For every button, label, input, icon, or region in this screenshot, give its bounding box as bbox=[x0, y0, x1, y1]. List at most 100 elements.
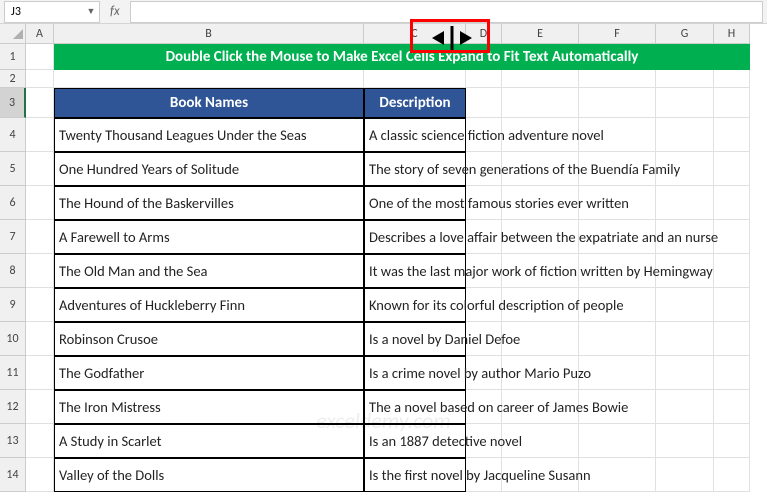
book-name-cell[interactable]: Adventures of Huckleberry Finn bbox=[54, 288, 364, 322]
row-header-13[interactable]: 13 bbox=[0, 424, 26, 458]
cell[interactable] bbox=[466, 88, 502, 118]
cell[interactable] bbox=[656, 424, 714, 458]
column-header-D[interactable]: D bbox=[466, 24, 502, 44]
row-header-12[interactable]: 12 bbox=[0, 390, 26, 424]
book-name-cell[interactable]: Twenty Thousand Leagues Under the Seas bbox=[54, 118, 364, 152]
cell[interactable] bbox=[714, 88, 750, 118]
cell[interactable] bbox=[714, 390, 750, 424]
column-header-A[interactable]: A bbox=[26, 24, 54, 44]
column-header-H[interactable]: H bbox=[714, 24, 750, 44]
row-header-11[interactable]: 11 bbox=[0, 356, 26, 390]
cell[interactable] bbox=[26, 356, 54, 390]
description-cell[interactable]: One of the most famous stories ever writ… bbox=[364, 186, 466, 220]
cell[interactable] bbox=[579, 88, 656, 118]
cell[interactable] bbox=[656, 390, 714, 424]
cell[interactable] bbox=[26, 70, 54, 88]
cell[interactable] bbox=[656, 322, 714, 356]
cell[interactable] bbox=[656, 88, 714, 118]
row-header-8[interactable]: 8 bbox=[0, 254, 26, 288]
row-header-9[interactable]: 9 bbox=[0, 288, 26, 322]
cell[interactable] bbox=[26, 152, 54, 186]
book-name-cell[interactable]: The Godfather bbox=[54, 356, 364, 390]
column-header-G[interactable]: G bbox=[656, 24, 714, 44]
description-cell[interactable]: Is a novel by Daniel Defoe bbox=[364, 322, 466, 356]
cell[interactable] bbox=[26, 322, 54, 356]
description-cell[interactable]: Describes a love affair between the expa… bbox=[364, 220, 466, 254]
cell[interactable] bbox=[26, 424, 54, 458]
book-name-cell[interactable]: The Hound of the Baskervilles bbox=[54, 186, 364, 220]
column-header-E[interactable]: E bbox=[502, 24, 579, 44]
book-name-cell[interactable]: Valley of the Dolls bbox=[54, 458, 364, 492]
description-cell[interactable]: The a novel based on career of James Bow… bbox=[364, 390, 466, 424]
row-header-4[interactable]: 4 bbox=[0, 118, 26, 152]
cell[interactable] bbox=[26, 288, 54, 322]
cell[interactable] bbox=[714, 288, 750, 322]
cell[interactable] bbox=[714, 118, 750, 152]
book-name-cell[interactable]: A Study in Scarlet bbox=[54, 424, 364, 458]
cell[interactable] bbox=[714, 186, 750, 220]
cell[interactable] bbox=[656, 458, 714, 492]
description-cell[interactable]: Known for its colorful description of pe… bbox=[364, 288, 466, 322]
row-header-2[interactable]: 2 bbox=[0, 70, 26, 88]
book-name-cell[interactable]: A Farewell to Arms bbox=[54, 220, 364, 254]
row-3: 3 Book NamesDescription bbox=[0, 88, 767, 118]
cell[interactable] bbox=[502, 70, 579, 88]
description-cell[interactable]: The story of seven generations of the Bu… bbox=[364, 152, 466, 186]
chevron-down-icon[interactable]: ▼ bbox=[83, 6, 99, 17]
column-header-F[interactable]: F bbox=[579, 24, 656, 44]
cell[interactable] bbox=[466, 70, 502, 88]
description-cell[interactable]: Is a crime novel by author Mario Puzo bbox=[364, 356, 466, 390]
cell[interactable] bbox=[579, 424, 656, 458]
description-cell[interactable]: It was the last major work of fiction wr… bbox=[364, 254, 466, 288]
cell[interactable] bbox=[656, 288, 714, 322]
cell[interactable] bbox=[714, 322, 750, 356]
cell[interactable] bbox=[26, 390, 54, 424]
row-header-10[interactable]: 10 bbox=[0, 322, 26, 356]
cell[interactable] bbox=[714, 254, 750, 288]
table-header-books[interactable]: Book Names bbox=[54, 88, 364, 118]
cell[interactable] bbox=[656, 118, 714, 152]
cell[interactable] bbox=[502, 88, 579, 118]
cell[interactable] bbox=[26, 44, 54, 70]
cell[interactable] bbox=[579, 70, 656, 88]
cell[interactable] bbox=[26, 118, 54, 152]
row-header-5[interactable]: 5 bbox=[0, 152, 26, 186]
description-cell[interactable]: Is an 1887 detective novel bbox=[364, 424, 466, 458]
formula-input[interactable] bbox=[130, 1, 763, 23]
cell[interactable] bbox=[656, 70, 714, 88]
cell[interactable] bbox=[714, 70, 750, 88]
cell[interactable] bbox=[714, 458, 750, 492]
book-name-cell[interactable]: The Iron Mistress bbox=[54, 390, 364, 424]
cell[interactable] bbox=[26, 458, 54, 492]
table-header-desc[interactable]: Description bbox=[364, 88, 466, 118]
description-cell[interactable]: A classic science fiction adventure nove… bbox=[364, 118, 466, 152]
title-banner: Double Click the Mouse to Make Excel Cel… bbox=[54, 44, 750, 70]
cell[interactable] bbox=[656, 356, 714, 390]
cell[interactable] bbox=[26, 254, 54, 288]
cell[interactable] bbox=[714, 220, 750, 254]
row-header-1[interactable]: 1 bbox=[0, 44, 26, 70]
cell[interactable] bbox=[26, 186, 54, 220]
cell[interactable] bbox=[714, 152, 750, 186]
select-all-corner[interactable] bbox=[0, 24, 26, 44]
row-header-3[interactable]: 3 bbox=[0, 88, 26, 118]
cell[interactable] bbox=[656, 186, 714, 220]
cell[interactable] bbox=[714, 424, 750, 458]
description-cell[interactable]: Is the first novel by Jacqueline Susann bbox=[364, 458, 466, 492]
column-header-B[interactable]: B bbox=[54, 24, 364, 44]
name-box[interactable]: J3 ▼ bbox=[4, 1, 100, 23]
row-header-7[interactable]: 7 bbox=[0, 220, 26, 254]
cell[interactable] bbox=[364, 70, 466, 88]
row-header-14[interactable]: 14 bbox=[0, 458, 26, 492]
cell[interactable] bbox=[54, 70, 364, 88]
cell[interactable] bbox=[579, 322, 656, 356]
cell[interactable] bbox=[26, 88, 54, 118]
column-header-C[interactable]: C bbox=[364, 24, 466, 44]
book-name-cell[interactable]: One Hundred Years of Solitude bbox=[54, 152, 364, 186]
cell[interactable] bbox=[714, 356, 750, 390]
cell[interactable] bbox=[26, 220, 54, 254]
book-name-cell[interactable]: Robinson Crusoe bbox=[54, 322, 364, 356]
fx-icon[interactable]: fx bbox=[110, 4, 130, 19]
book-name-cell[interactable]: The Old Man and the Sea bbox=[54, 254, 364, 288]
row-header-6[interactable]: 6 bbox=[0, 186, 26, 220]
